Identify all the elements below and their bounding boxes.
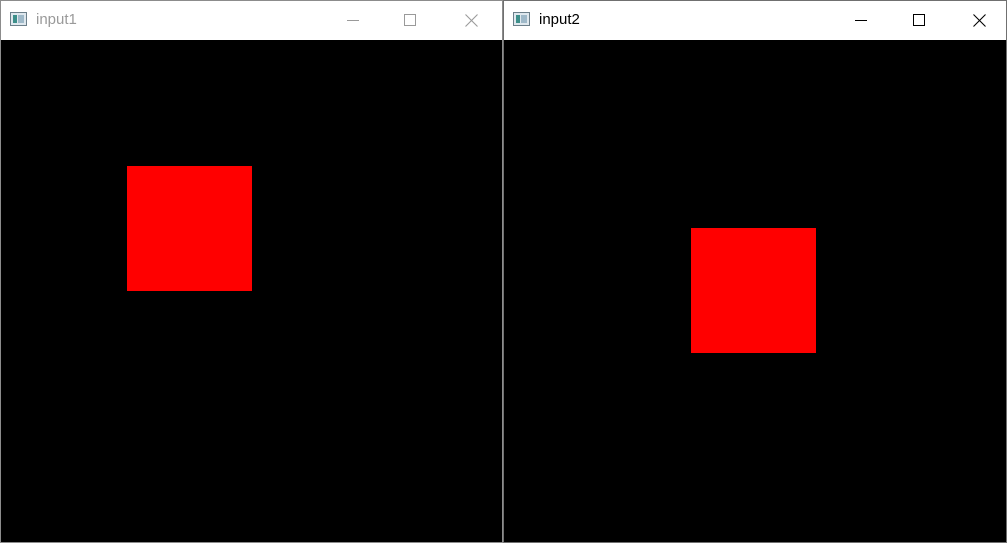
minimize-button[interactable] <box>330 1 376 39</box>
maximize-icon <box>913 14 925 26</box>
close-button[interactable] <box>956 1 1002 39</box>
image-window-input1[interactable]: input1 <box>0 0 503 543</box>
minimize-icon <box>347 20 359 21</box>
window-title: input1 <box>36 11 77 28</box>
image-canvas[interactable] <box>504 40 1006 542</box>
title-bar[interactable]: input1 <box>1 1 502 39</box>
image-window-input2[interactable]: input2 <box>503 0 1007 543</box>
maximize-button[interactable] <box>387 1 433 39</box>
close-button[interactable] <box>448 1 494 39</box>
title-bar[interactable]: input2 <box>504 1 1006 39</box>
minimize-button[interactable] <box>838 1 884 39</box>
close-icon <box>464 13 478 27</box>
app-window-icon[interactable] <box>10 12 27 26</box>
maximize-button[interactable] <box>896 1 942 39</box>
minimize-icon <box>855 20 867 21</box>
image-canvas[interactable] <box>1 40 502 542</box>
close-icon <box>972 13 986 27</box>
window-title: input2 <box>539 11 580 28</box>
app-window-icon[interactable] <box>513 12 530 26</box>
desktop: input1 input2 <box>0 0 1007 543</box>
red-square <box>691 228 816 353</box>
maximize-icon <box>404 14 416 26</box>
red-square <box>127 166 252 291</box>
